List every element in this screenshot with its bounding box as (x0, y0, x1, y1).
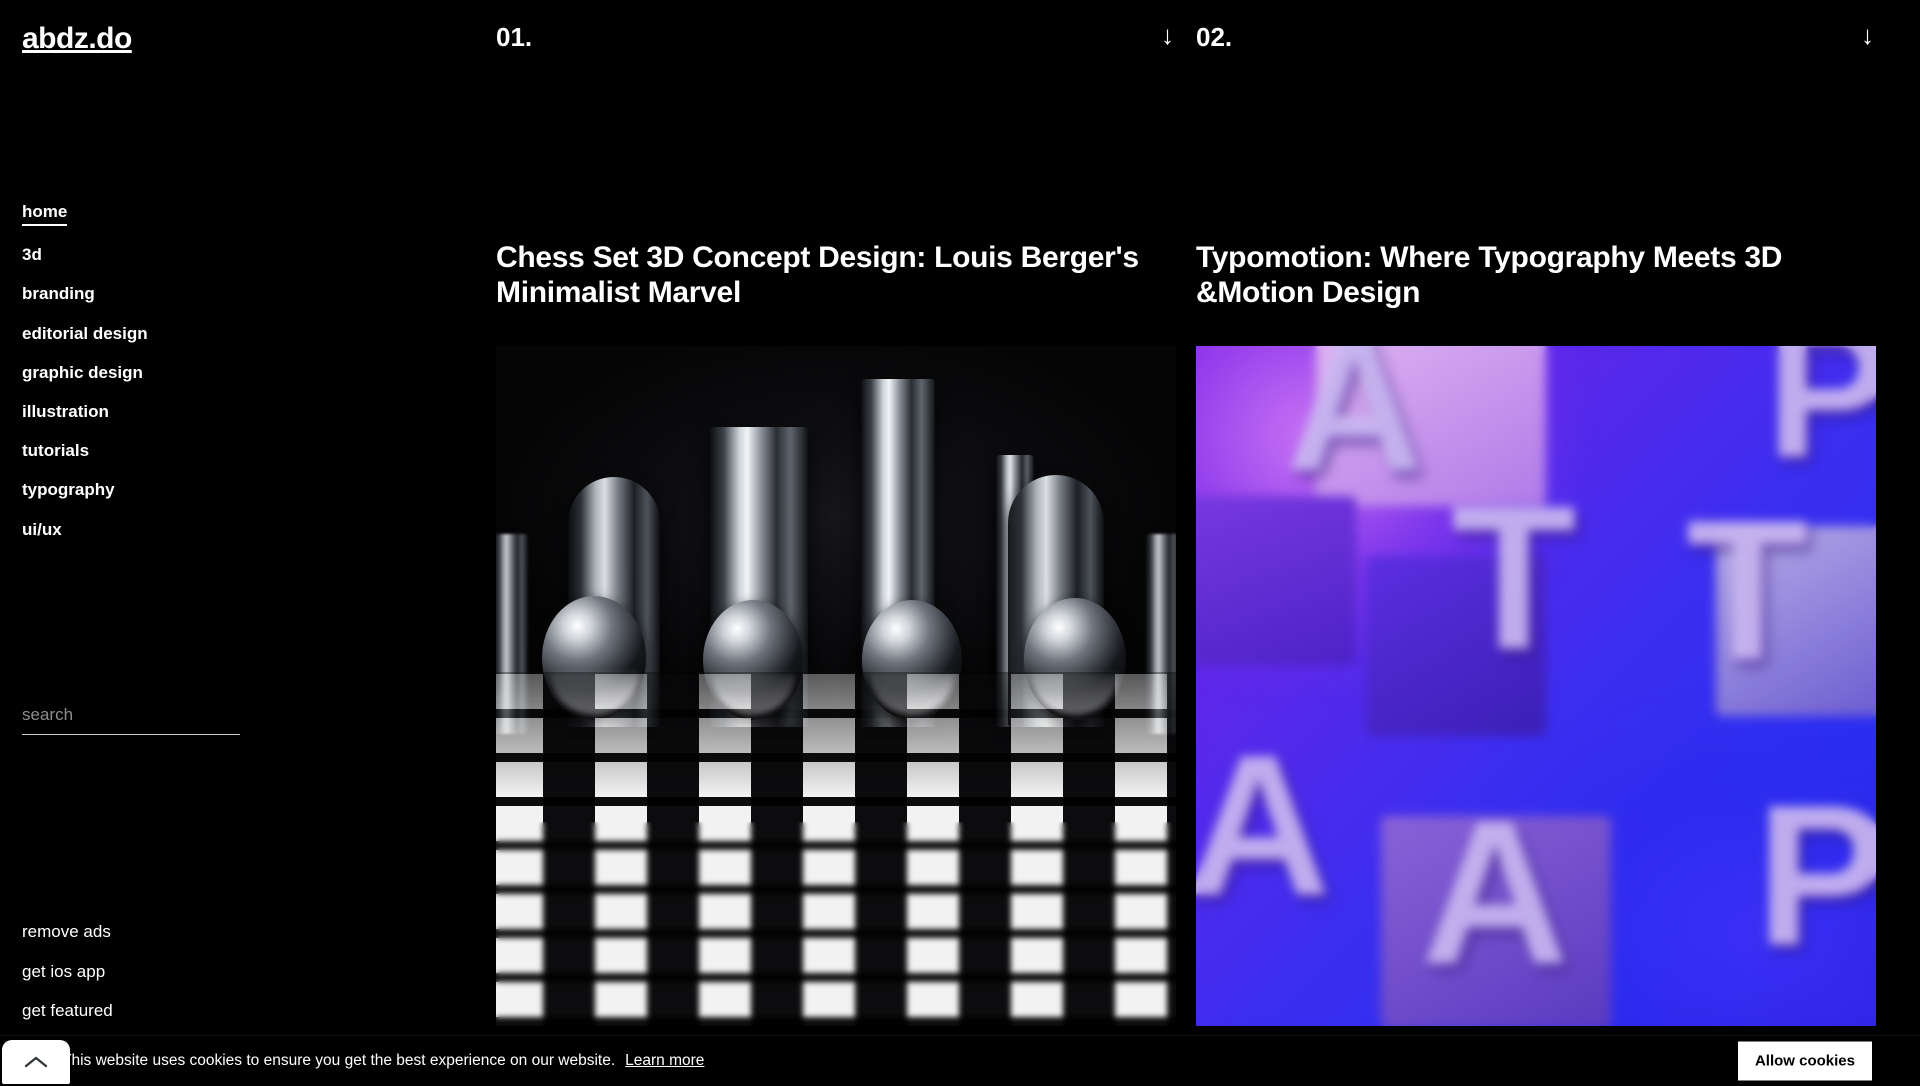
collapse-panel-tab[interactable] (2, 1040, 70, 1084)
secondary-nav: remove ads get ios app get featured (22, 922, 113, 1042)
typo-slab-mid-left (1196, 496, 1356, 666)
cookie-consent-banner: This website uses cookies to ensure you … (0, 1035, 1920, 1086)
typo-glyph-p-bottom: P (1756, 764, 1876, 987)
cookie-message-wrapper: This website uses cookies to ensure you … (62, 1052, 704, 1070)
cookie-learn-more-link[interactable]: Learn more (625, 1052, 704, 1069)
allow-cookies-button[interactable]: Allow cookies (1737, 1041, 1872, 1081)
card-01-title[interactable]: Chess Set 3D Concept Design: Louis Berge… (496, 240, 1176, 310)
typo-glyph-a-bottom-mid: A (1421, 778, 1570, 1007)
arrow-down-icon[interactable]: ↓ (1861, 22, 1874, 48)
chess-scene-image (496, 346, 1176, 1026)
typo-glyph-t-right: T (1686, 479, 1809, 702)
card-01-thumbnail[interactable] (496, 346, 1176, 1026)
nav-item-ui-ux[interactable]: ui/ux (22, 520, 62, 540)
chevron-up-icon (24, 1056, 48, 1068)
sidebar: abdz.do home 3d branding editorial desig… (0, 0, 496, 1086)
arrow-down-icon[interactable]: ↓ (1161, 22, 1174, 48)
nav-item-home[interactable]: home (22, 202, 68, 226)
typo-glyph-a-bottom: A (1196, 714, 1331, 937)
card-02-thumbnail[interactable]: A P T T A P A (1196, 346, 1876, 1026)
footer-link-remove-ads[interactable]: remove ads (22, 922, 111, 942)
primary-nav: home 3d branding editorial design graphi… (22, 202, 148, 560)
article-card-02: 02. ↓ Typomotion: Where Typography Meets… (1196, 0, 1876, 1086)
nav-item-illustration[interactable]: illustration (22, 402, 109, 422)
nav-item-graphic-design[interactable]: graphic design (22, 363, 143, 383)
footer-link-get-ios-app[interactable]: get ios app (22, 962, 105, 982)
chessboard-depth-blur (496, 822, 1176, 1026)
nav-item-typography[interactable]: typography (22, 481, 115, 500)
typography-scene-image: A P T T A P A (1196, 346, 1876, 1026)
nav-item-tutorials[interactable]: tutorials (22, 441, 89, 461)
typo-glyph-p-top-right: P (1766, 346, 1876, 497)
nav-item-editorial-design[interactable]: editorial design (22, 324, 148, 344)
page-root: abdz.do home 3d branding editorial desig… (0, 0, 1920, 1086)
card-02-header: 02. ↓ (1196, 0, 1876, 70)
nav-item-branding[interactable]: branding (22, 285, 95, 304)
site-logo[interactable]: abdz.do (22, 22, 496, 55)
search-input[interactable] (22, 705, 240, 735)
nav-item-3d[interactable]: 3d (22, 245, 42, 265)
article-card-01: 01. ↓ Chess Set 3D Concept Design: Louis… (496, 0, 1176, 1086)
cookie-message: This website uses cookies to ensure you … (62, 1052, 616, 1069)
typo-glyph-t-center: T (1451, 463, 1577, 692)
card-02-index: 02. (1196, 22, 1233, 52)
footer-link-get-featured[interactable]: get featured (22, 1002, 113, 1021)
card-01-index: 01. (496, 22, 533, 52)
search-field (22, 705, 240, 735)
card-02-title[interactable]: Typomotion: Where Typography Meets 3D &M… (1196, 240, 1876, 310)
card-01-header: 01. ↓ (496, 0, 1176, 70)
typo-glyph-a-top: A (1286, 346, 1424, 511)
